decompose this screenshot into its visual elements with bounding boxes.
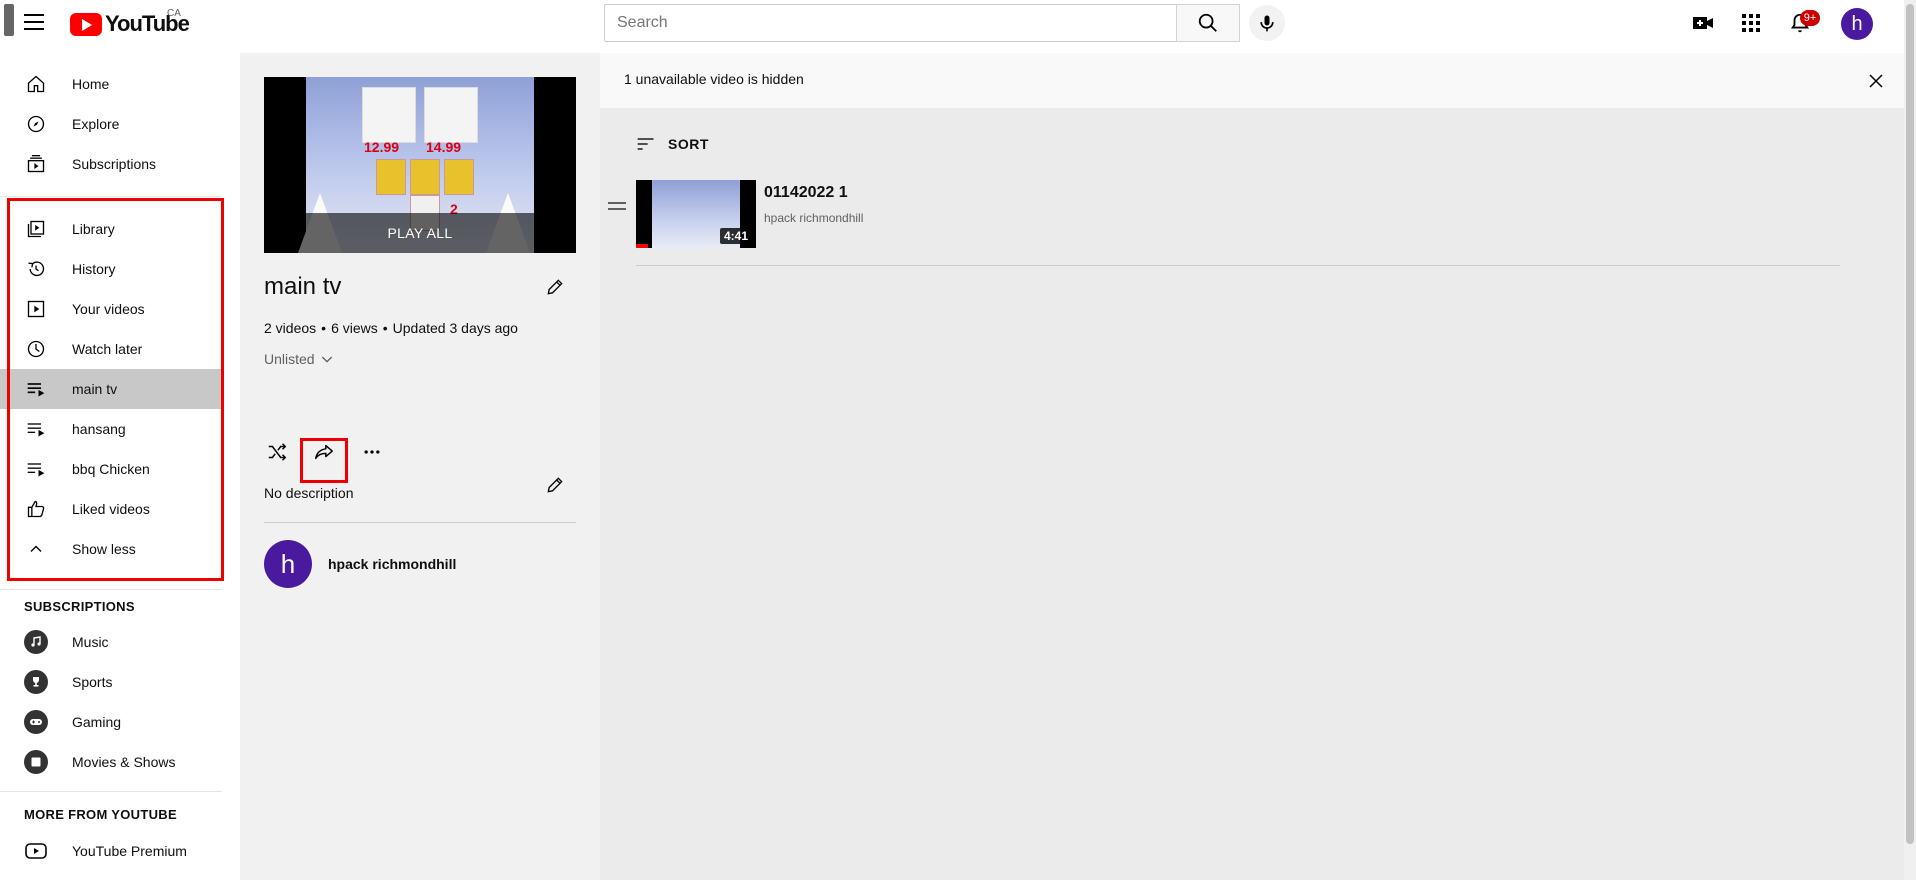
sidebar-divider xyxy=(0,589,222,590)
apps-button[interactable] xyxy=(1739,11,1763,35)
sidebar-item-sports[interactable]: Sports xyxy=(0,662,222,702)
updated-time: Updated 3 days ago xyxy=(392,320,518,336)
more-actions-button[interactable] xyxy=(352,432,392,472)
subscriptions-heading: SUBSCRIPTIONS xyxy=(24,599,135,614)
row-divider xyxy=(636,265,1840,266)
notification-badge: 9+ xyxy=(1800,10,1820,26)
playlist-thumbnail[interactable]: 12.99 14.99 2 PLAY ALL xyxy=(264,77,576,253)
dismiss-notice-button[interactable] xyxy=(1864,69,1888,93)
sidebar-item-label: Home xyxy=(72,76,110,92)
shuffle-icon xyxy=(268,443,287,461)
search-icon xyxy=(1198,13,1217,32)
separator: • xyxy=(321,320,327,336)
subscriptions-icon xyxy=(24,152,48,176)
microphone-icon xyxy=(1260,15,1274,32)
search-button[interactable] xyxy=(1176,4,1240,42)
sidebar-item-explore[interactable]: Explore xyxy=(0,104,222,144)
price-label: 12.99 xyxy=(364,139,400,155)
privacy-dropdown[interactable]: Unlisted xyxy=(264,351,335,367)
drag-handle-icon[interactable] xyxy=(608,202,626,214)
apps-grid-icon xyxy=(1742,14,1760,32)
search-input[interactable] xyxy=(605,5,1180,41)
notice-text: 1 unavailable video is hidden xyxy=(624,71,804,87)
video-thumbnail[interactable]: 4:41 xyxy=(636,180,756,248)
sidebar-divider xyxy=(0,791,222,792)
scrollbar-thumb[interactable] xyxy=(1906,4,1914,844)
create-button[interactable] xyxy=(1691,11,1715,35)
chevron-down-icon xyxy=(321,356,332,363)
top-bar: YouTube CA 9+ h xyxy=(0,0,1916,53)
play-all-button[interactable]: PLAY ALL xyxy=(264,213,576,253)
account-avatar[interactable]: h xyxy=(1841,8,1873,40)
playlist-info-panel: 12.99 14.99 2 PLAY ALL main tv 2 videos … xyxy=(240,53,600,880)
search-box[interactable] xyxy=(604,4,1181,42)
youtube-logo[interactable]: YouTube CA xyxy=(70,8,190,36)
music-icon xyxy=(24,630,48,654)
video-add-icon xyxy=(1693,17,1713,29)
voice-search-button[interactable] xyxy=(1249,5,1285,41)
youtube-premium-icon xyxy=(24,839,48,863)
hidden-video-notice: 1 unavailable video is hidden xyxy=(600,53,1904,108)
page-scrollbar[interactable] xyxy=(1904,0,1916,880)
sort-label: SORT xyxy=(668,136,709,152)
edit-title-button[interactable] xyxy=(543,275,567,299)
pencil-icon xyxy=(547,279,563,295)
owner-name[interactable]: hpack richmondhill xyxy=(328,556,456,572)
separator: • xyxy=(382,320,388,336)
menu-icon[interactable] xyxy=(24,14,44,31)
playlist-description: No description xyxy=(264,485,354,501)
panel-divider xyxy=(264,522,576,523)
playlist-title: main tv xyxy=(264,273,342,300)
playlist-video-row[interactable]: 4:41 01142022 1 hpack richmondhill xyxy=(600,176,1840,248)
sidebar-item-label: Sports xyxy=(72,674,113,690)
video-channel[interactable]: hpack richmondhill xyxy=(764,211,863,225)
owner-avatar[interactable]: h xyxy=(264,540,312,588)
highlight-box-share xyxy=(300,438,348,483)
more-horizontal-icon xyxy=(364,450,380,454)
shuffle-button[interactable] xyxy=(257,432,297,472)
home-icon xyxy=(24,72,48,96)
sidebar-item-label: Movies & Shows xyxy=(72,754,176,770)
trophy-icon xyxy=(24,670,48,694)
sidebar-item-label: Music xyxy=(72,634,109,650)
highlight-box-library xyxy=(7,198,224,581)
sidebar-item-youtube-premium[interactable]: YouTube Premium xyxy=(0,831,222,871)
sidebar-item-label: YouTube Premium xyxy=(72,843,187,859)
close-icon xyxy=(1869,74,1883,88)
sidebar: Home Explore Subscriptions Library Histo… xyxy=(0,53,240,880)
sidebar-item-movies-shows[interactable]: Movies & Shows xyxy=(0,742,222,782)
pencil-icon xyxy=(547,477,563,493)
edit-description-button[interactable] xyxy=(543,473,567,497)
video-duration: 4:41 xyxy=(719,228,752,244)
privacy-value: Unlisted xyxy=(264,351,315,367)
more-from-youtube-heading: MORE FROM YOUTUBE xyxy=(24,807,177,822)
video-count: 2 videos xyxy=(264,320,317,336)
film-icon xyxy=(24,750,48,774)
sidebar-item-music[interactable]: Music xyxy=(0,622,222,662)
video-title[interactable]: 01142022 1 xyxy=(764,184,848,202)
view-count: 6 views xyxy=(331,320,378,336)
compass-icon xyxy=(24,112,48,136)
sort-button[interactable]: SORT xyxy=(636,134,709,154)
watch-progress xyxy=(636,244,648,248)
sort-icon xyxy=(637,138,654,150)
sidebar-item-label: Gaming xyxy=(72,714,122,730)
window-stub xyxy=(4,4,14,36)
sidebar-item-label: Explore xyxy=(72,116,120,132)
sidebar-item-label: Subscriptions xyxy=(72,156,157,172)
sidebar-item-gaming[interactable]: Gaming xyxy=(0,702,222,742)
playlist-stats: 2 videos • 6 views • Updated 3 days ago xyxy=(264,320,518,336)
youtube-play-icon xyxy=(70,12,102,36)
sidebar-item-subscriptions[interactable]: Subscriptions xyxy=(0,144,222,184)
sidebar-item-home[interactable]: Home xyxy=(0,64,222,104)
gamepad-icon xyxy=(24,710,48,734)
country-code: CA xyxy=(167,8,181,19)
price-label: 14.99 xyxy=(426,139,462,155)
playlist-videos: SORT 4:41 01142022 1 hpack richmondhill xyxy=(600,108,1904,880)
sidebar-divider xyxy=(0,196,222,197)
